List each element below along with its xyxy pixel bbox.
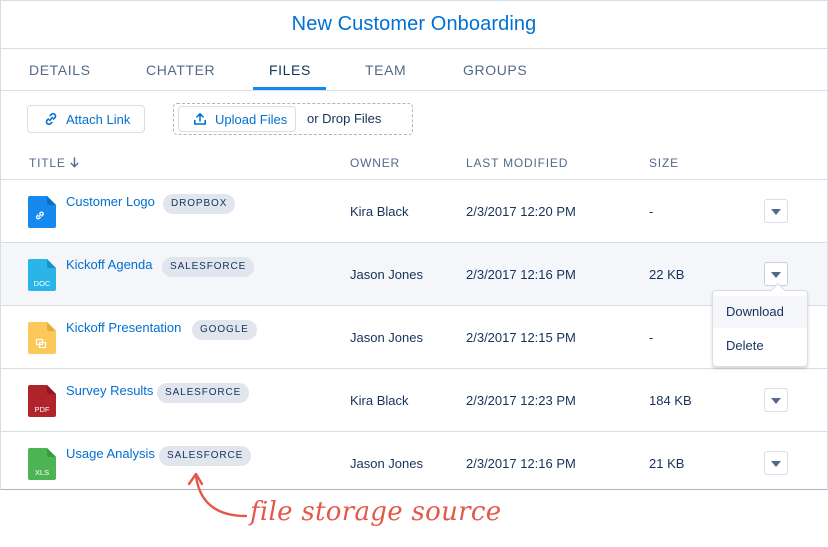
table-row: XLS Usage Analysis SALESFORCE Jason Jone… [1,432,827,490]
storage-source-badge: SALESFORCE [162,257,255,277]
sort-down-icon [70,145,79,183]
last-modified-cell: 2/3/2017 12:15 PM [466,330,576,345]
tab-files[interactable]: FILES [269,49,311,91]
row-actions-button[interactable] [764,388,788,412]
file-name-link[interactable]: Kickoff Presentation [66,320,181,335]
table-row: DOC Kickoff Agenda SALESFORCE Jason Jone… [1,243,827,306]
size-cell: 22 KB [649,267,685,282]
column-title[interactable]: TITLE [29,144,79,183]
files-toolbar: Attach Link Upload Files or Drop Files [1,92,827,144]
column-last-modified[interactable]: LAST MODIFIED [466,144,568,182]
size-cell: - [649,330,654,345]
file-drop-zone[interactable]: Upload Files or Drop Files [173,103,413,135]
active-tab-indicator [253,87,326,90]
tab-bar: DETAILS CHATTER FILES TEAM GROUPS [1,49,827,91]
owner-cell: Kira Black [350,204,409,219]
storage-source-badge: SALESFORCE [159,446,252,466]
owner-cell: Kira Black [350,393,409,408]
pdf-file-icon: PDF [28,385,56,417]
column-owner[interactable]: OWNER [350,144,400,182]
tab-team[interactable]: TEAM [365,49,406,91]
chevron-down-icon [771,454,781,472]
file-name-link[interactable]: Kickoff Agenda [66,257,153,272]
last-modified-cell: 2/3/2017 12:23 PM [466,393,576,408]
storage-source-badge: DROPBOX [163,194,236,214]
last-modified-cell: 2/3/2017 12:16 PM [466,267,576,282]
doc-file-icon: DOC [28,259,56,291]
slides-file-icon [28,322,56,354]
size-cell: 21 KB [649,456,685,471]
tab-groups[interactable]: GROUPS [463,49,527,91]
table-row: Kickoff Presentation GOOGLE Jason Jones … [1,306,827,369]
size-cell: - [649,204,654,219]
menu-item-delete[interactable]: Delete [713,330,807,362]
last-modified-cell: 2/3/2017 12:16 PM [466,456,576,471]
file-name-link[interactable]: Usage Analysis [66,446,155,461]
owner-cell: Jason Jones [350,456,423,471]
table-row: PDF Survey Results SALESFORCE Kira Black… [1,369,827,432]
storage-source-badge: GOOGLE [192,320,257,340]
owner-cell: Jason Jones [350,330,423,345]
row-actions-button[interactable] [764,262,788,286]
upload-icon [193,112,207,126]
storage-source-badge: SALESFORCE [157,383,250,403]
tab-details[interactable]: DETAILS [29,49,91,91]
size-cell: 184 KB [649,393,692,408]
column-size[interactable]: SIZE [649,144,679,182]
attach-link-button[interactable]: Attach Link [27,105,145,133]
link-file-icon [28,196,56,228]
chevron-down-icon [771,202,781,220]
row-actions-button[interactable] [764,199,788,223]
owner-cell: Jason Jones [350,267,423,282]
chevron-down-icon [771,265,781,283]
menu-item-download[interactable]: Download [713,296,807,328]
drop-files-text: or Drop Files [307,111,382,126]
upload-files-button[interactable]: Upload Files [178,106,296,132]
files-card: New Customer Onboarding DETAILS CHATTER … [0,0,828,490]
page-header: New Customer Onboarding [1,1,827,49]
svg-text:DOC: DOC [34,279,51,288]
last-modified-cell: 2/3/2017 12:20 PM [466,204,576,219]
table-row: Customer Logo DROPBOX Kira Black 2/3/201… [1,180,827,243]
annotation-arrow-icon [187,472,248,518]
xls-file-icon: XLS [28,448,56,480]
tab-chatter[interactable]: CHATTER [146,49,215,91]
attach-link-label: Attach Link [66,111,131,127]
page-title: New Customer Onboarding [291,13,537,35]
chevron-down-icon [771,391,781,409]
link-icon [44,112,58,126]
upload-files-label: Upload Files [215,111,288,127]
row-actions-menu: Download Delete [712,282,808,367]
file-name-link[interactable]: Survey Results [66,383,153,398]
file-name-link[interactable]: Customer Logo [66,194,155,209]
svg-text:XLS: XLS [35,468,49,477]
annotation-label: file storage source [250,497,502,527]
svg-text:PDF: PDF [35,405,50,414]
row-actions-button[interactable] [764,451,788,475]
table-header: TITLE OWNER LAST MODIFIED SIZE [1,144,827,180]
